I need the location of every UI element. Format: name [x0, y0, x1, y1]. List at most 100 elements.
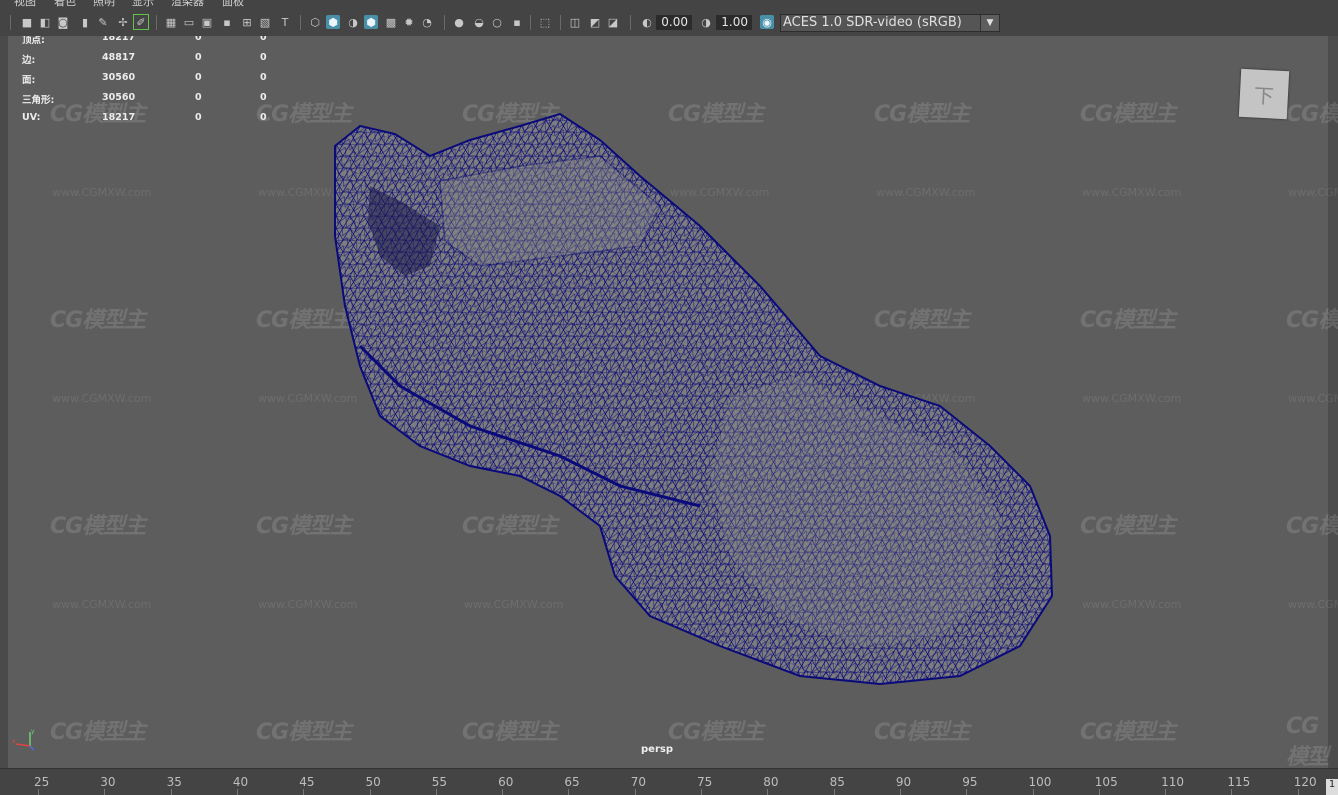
- hud-v3: 0: [260, 112, 267, 123]
- wireframe-on-shaded-icon[interactable]: ⬢: [364, 15, 378, 29]
- gate-mask-icon[interactable]: ▪: [220, 15, 234, 29]
- hud-v2: 0: [195, 112, 202, 123]
- field-chart-icon[interactable]: ⊞: [240, 15, 254, 29]
- timeline-tick: [966, 789, 968, 795]
- timeline-tick-label: 100: [1028, 775, 1052, 789]
- exposure-icon[interactable]: ◐: [640, 15, 654, 29]
- xray-icon[interactable]: ▩: [384, 15, 398, 29]
- xray-joints-icon[interactable]: ◫: [568, 15, 582, 29]
- hud-v3: 0: [260, 92, 267, 103]
- default-material-icon[interactable]: ◑: [346, 15, 360, 29]
- hud-v1: 30560: [102, 72, 136, 83]
- color-space-dropdown[interactable]: ACES 1.0 SDR-video (sRGB) ▼: [780, 14, 1000, 32]
- hud-row: 边: 48817 0 0: [22, 52, 282, 72]
- timeline-tick-label: 120: [1293, 775, 1317, 789]
- timeline-tick-label: 75: [697, 775, 713, 789]
- view-cube[interactable]: 下: [1238, 68, 1290, 120]
- hud-v1: 18217: [102, 36, 136, 43]
- timeline-tick-label: 50: [365, 775, 381, 789]
- hud-v2: 0: [195, 72, 202, 83]
- timeline-tick-label: 105: [1094, 775, 1118, 789]
- svg-text:y: y: [31, 728, 35, 735]
- timeline-tick: [170, 789, 172, 795]
- timeline-tick: [1297, 789, 1299, 795]
- timeline-tick: [1032, 789, 1034, 795]
- timeline-tick-label: 95: [962, 775, 978, 789]
- camera-attr-icon[interactable]: ◧: [38, 15, 52, 29]
- wireframe-icon[interactable]: ⬡: [308, 15, 322, 29]
- pencil-icon[interactable]: ✐: [133, 14, 149, 30]
- isolate-select-icon[interactable]: ⬚: [538, 15, 552, 29]
- timeline-tick-label: 115: [1227, 775, 1251, 789]
- timeline-tick: [236, 789, 238, 795]
- hud-label: 顶点:: [22, 36, 45, 46]
- image-plane-icon[interactable]: ▮: [78, 15, 92, 29]
- hud-label: UV:: [22, 112, 41, 123]
- gamma-icon[interactable]: ◑: [699, 15, 713, 29]
- hud-label: 边:: [22, 55, 36, 66]
- 2d-pan-icon[interactable]: ✢: [116, 15, 130, 29]
- timeline-tick: [369, 789, 371, 795]
- hud-v3: 0: [260, 72, 267, 83]
- timeline-tick-label: 70: [630, 775, 646, 789]
- toolbar-separator: [10, 15, 11, 30]
- timeline-tick: [701, 789, 702, 795]
- timeline-tick-label: 45: [299, 775, 315, 789]
- camera-select-icon[interactable]: ■: [20, 15, 34, 29]
- timeline-tick: [38, 789, 39, 795]
- timeline-tick: [767, 789, 769, 795]
- menu-item-5[interactable]: 面板: [222, 0, 244, 7]
- motion-blur-icon[interactable]: ◒: [472, 15, 486, 29]
- film-gate-icon[interactable]: ▭: [182, 15, 196, 29]
- color-space-label: ACES 1.0 SDR-video (sRGB): [783, 15, 962, 30]
- hud-v3: 0: [260, 36, 267, 43]
- menu-item-1[interactable]: 着色: [54, 0, 76, 7]
- current-frame-indicator[interactable]: 1: [1326, 779, 1338, 795]
- timeline-tick: [303, 789, 305, 795]
- timeline-tick-label: 40: [232, 775, 249, 789]
- timeline-tick: [502, 789, 504, 795]
- hud-row: 三角形: 30560 0 0: [22, 92, 282, 112]
- menu-item-4[interactable]: 渲染器: [171, 0, 204, 7]
- hud-v2: 0: [195, 52, 202, 63]
- shoe-wireframe-mesh[interactable]: [0, 36, 1338, 768]
- exposure-field[interactable]: 0.00: [656, 15, 692, 30]
- toolbar-separator: [560, 15, 561, 30]
- shadows-icon[interactable]: ◔: [420, 15, 434, 29]
- viewport-toolbar: ■ ◧ ◙ ▮ ✎ ✢ ✐ ▦ ▭ ▣ ▪ ⊞ ▧ T ⬡ ⬢ ◑ ⬢ ▩ ✹ ◔ ● ◒ ○ ▪ ⬚ ◫ ◩ ◪ ◐ 0.00 ◑ 1…: [0, 10, 1338, 37]
- camera-gate-icon[interactable]: ◪: [606, 15, 620, 29]
- lights-icon[interactable]: ✹: [402, 15, 416, 29]
- depth-of-field-icon[interactable]: ▪: [510, 15, 524, 29]
- timeline-tick: [104, 789, 106, 795]
- menu-bar: 视图 着色 照明 显示 渲染器 面板: [0, 0, 1338, 10]
- timeline-tick: [1165, 789, 1167, 795]
- perspective-viewport[interactable]: CG模型主 www.CGMXW.com CG模型主 www.CGMXW.com CG模型…: [0, 36, 1338, 768]
- menu-item-3[interactable]: 显示: [132, 0, 154, 7]
- xray-active-icon[interactable]: ◩: [588, 15, 602, 29]
- resolution-gate-icon[interactable]: ▣: [200, 15, 214, 29]
- grid-icon[interactable]: ▦: [164, 15, 178, 29]
- timeline-tick-label: 25: [34, 775, 50, 789]
- smooth-shade-icon[interactable]: ⬢: [326, 15, 340, 29]
- ambient-occlusion-icon[interactable]: ●: [452, 15, 466, 29]
- time-slider[interactable]: 25 30 35 40 45 50 55 60 65 70 75 80 85 90 95 100 105 110 1…: [0, 768, 1338, 795]
- timeline-tick: [833, 789, 835, 795]
- hud-v2: 0: [195, 92, 202, 103]
- timeline-tick: [634, 789, 636, 795]
- camera-name-label: persp: [641, 744, 673, 755]
- timeline-tick-label: 110: [1161, 775, 1184, 789]
- timeline-tick-label: 80: [763, 775, 779, 789]
- gamma-field[interactable]: 1.00: [716, 15, 752, 30]
- timeline-tick-label: 60: [498, 775, 514, 789]
- timeline-tick-label: 35: [166, 775, 182, 789]
- safe-title-icon[interactable]: T: [278, 15, 292, 29]
- menu-item-2[interactable]: 照明: [93, 0, 115, 7]
- timeline-tick-label: 90: [895, 775, 912, 789]
- antialias-icon[interactable]: ○: [490, 15, 504, 29]
- view-transform-icon[interactable]: ◉: [760, 15, 774, 29]
- grease-pencil-icon[interactable]: ✎: [96, 15, 110, 29]
- hud-label: 面:: [22, 75, 36, 86]
- menu-item-0[interactable]: 视图: [14, 0, 36, 7]
- bookmark-icon[interactable]: ◙: [56, 15, 70, 29]
- safe-action-icon[interactable]: ▧: [258, 15, 272, 29]
